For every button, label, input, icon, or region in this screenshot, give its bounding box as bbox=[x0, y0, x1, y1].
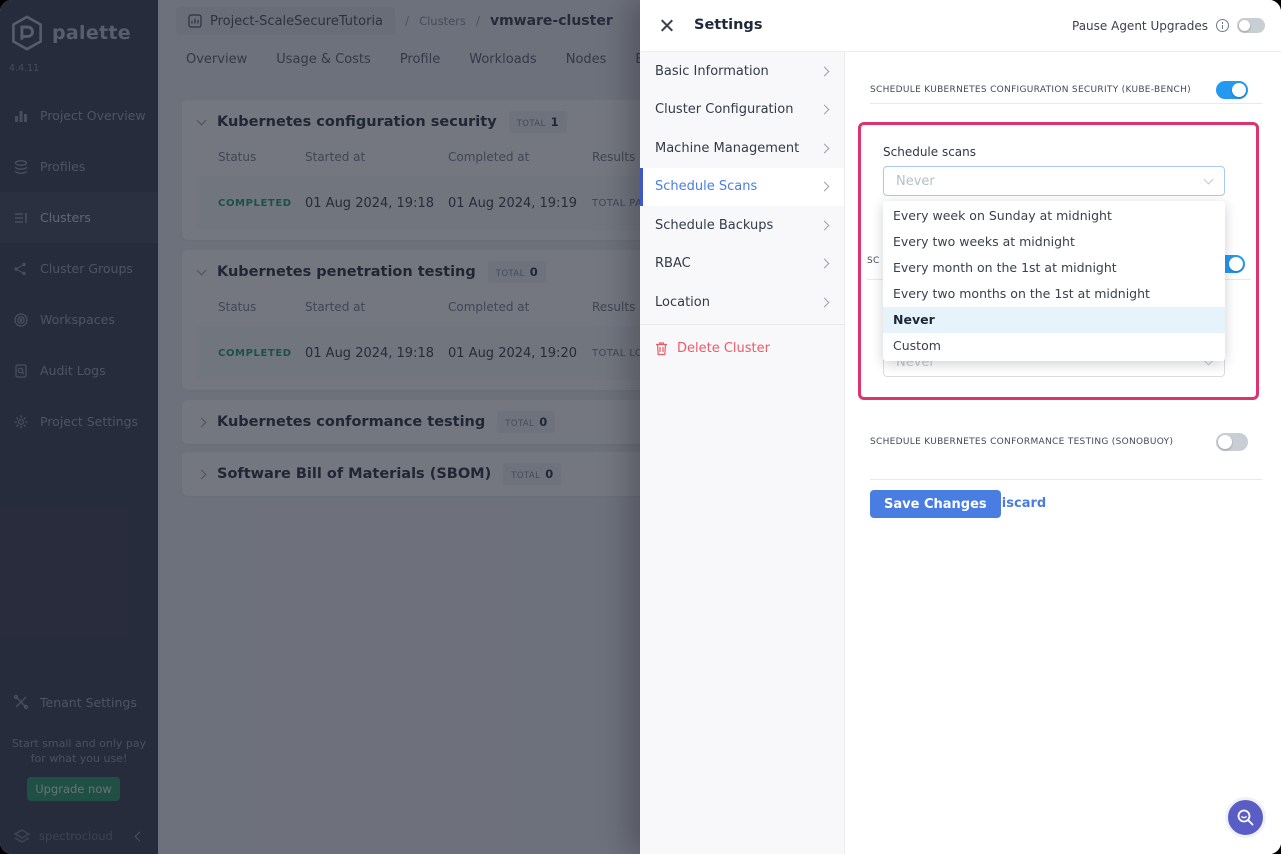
kube-hunter-section-label: SC bbox=[867, 256, 883, 266]
pause-agent-upgrades-toggle[interactable] bbox=[1237, 18, 1265, 33]
menu-item-cluster-configuration[interactable]: Cluster Configuration bbox=[640, 91, 844, 130]
menu-divider bbox=[640, 324, 844, 325]
dropdown-option[interactable]: Every two weeks at midnight bbox=[883, 229, 1225, 255]
dropdown-option[interactable]: Custom bbox=[883, 333, 1225, 359]
highlight-annotation-box: Schedule scans Never SC Never Every week… bbox=[858, 122, 1259, 400]
settings-panel: Settings Pause Agent Upgrades Basic Info… bbox=[640, 0, 1281, 854]
kube-bench-section-label: SCHEDULE KUBERNETES CONFIGURATION SECURI… bbox=[870, 85, 1200, 95]
schedule-scans-dropdown: Every week on Sunday at midnight Every t… bbox=[883, 201, 1225, 361]
chevron-right-icon bbox=[820, 182, 830, 192]
chevron-right-icon bbox=[820, 220, 830, 230]
kube-bench-toggle[interactable] bbox=[1216, 81, 1248, 99]
save-changes-button[interactable]: Save Changes bbox=[870, 490, 1001, 518]
menu-item-basic-information[interactable]: Basic Information bbox=[640, 52, 844, 91]
kube-bench-schedule-select[interactable]: Never bbox=[883, 166, 1225, 196]
chevron-right-icon bbox=[820, 297, 830, 307]
schedule-scans-form: SCHEDULE KUBERNETES CONFIGURATION SECURI… bbox=[845, 52, 1281, 854]
dropdown-option[interactable]: Every two months on the 1st at midnight bbox=[883, 281, 1225, 307]
toggle-knob bbox=[1232, 83, 1246, 97]
chevron-right-icon bbox=[820, 66, 830, 76]
menu-item-machine-management[interactable]: Machine Management bbox=[640, 129, 844, 168]
info-icon[interactable] bbox=[1216, 19, 1229, 32]
search-fab-button[interactable] bbox=[1225, 797, 1266, 838]
toggle-knob bbox=[1239, 20, 1250, 31]
search-icon bbox=[1236, 808, 1255, 827]
delete-cluster-button[interactable]: Delete Cluster bbox=[640, 330, 844, 368]
discard-button[interactable]: Discard bbox=[991, 496, 1046, 511]
divider bbox=[870, 103, 1262, 104]
chevron-right-icon bbox=[820, 105, 830, 115]
app-window: palette 4.4.11 Project Overview Profiles… bbox=[0, 0, 1281, 854]
sonobuoy-section-label: SCHEDULE KUBERNETES CONFORMANCE TESTING … bbox=[870, 437, 1200, 447]
divider bbox=[870, 479, 1262, 480]
sonobuoy-toggle[interactable] bbox=[1216, 433, 1248, 451]
menu-item-location[interactable]: Location bbox=[640, 283, 844, 322]
menu-item-schedule-scans[interactable]: Schedule Scans bbox=[640, 168, 844, 207]
settings-panel-header: Settings Pause Agent Upgrades bbox=[640, 0, 1281, 52]
pause-agent-upgrades-label: Pause Agent Upgrades bbox=[1072, 19, 1208, 33]
menu-item-schedule-backups[interactable]: Schedule Backups bbox=[640, 206, 844, 245]
menu-item-rbac[interactable]: RBAC bbox=[640, 245, 844, 284]
dropdown-option-selected[interactable]: Never bbox=[883, 307, 1225, 333]
toggle-knob bbox=[1229, 257, 1243, 271]
chevron-right-icon bbox=[820, 259, 830, 269]
schedule-scans-label: Schedule scans bbox=[883, 145, 976, 159]
settings-title: Settings bbox=[694, 17, 762, 33]
settings-menu: Basic Information Cluster Configuration … bbox=[640, 52, 845, 854]
pause-agent-upgrades-control: Pause Agent Upgrades bbox=[1072, 18, 1265, 33]
dropdown-option[interactable]: Every month on the 1st at midnight bbox=[883, 255, 1225, 281]
toggle-knob bbox=[1218, 435, 1232, 449]
chevron-down-icon bbox=[1204, 175, 1214, 185]
modal-dim-overlay bbox=[0, 0, 640, 854]
close-icon[interactable] bbox=[659, 18, 674, 33]
chevron-right-icon bbox=[820, 143, 830, 153]
dropdown-option[interactable]: Every week on Sunday at midnight bbox=[883, 203, 1225, 229]
trash-icon bbox=[655, 341, 668, 356]
